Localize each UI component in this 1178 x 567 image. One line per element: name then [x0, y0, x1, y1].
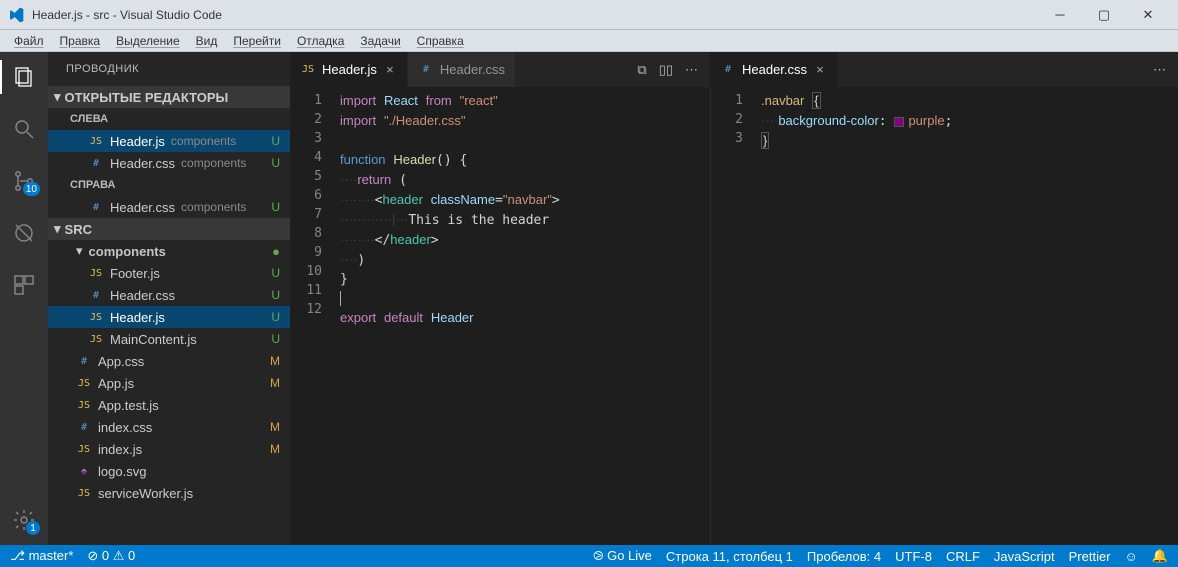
activity-bar: 10 1	[0, 52, 48, 545]
menu-tasks[interactable]: Задачи	[352, 32, 408, 50]
status-eol[interactable]: CRLF	[946, 549, 980, 564]
js-icon: JS	[76, 441, 92, 457]
line-gutter: 123456789101112	[290, 87, 332, 545]
file-item[interactable]: JSindex.jsM	[48, 438, 290, 460]
status-golive[interactable]: ⧁ Go Live	[593, 548, 652, 564]
open-editors-section[interactable]: ▾ОТКРЫТЫЕ РЕДАКТОРЫ	[48, 86, 290, 108]
activity-search[interactable]	[0, 112, 48, 146]
status-position[interactable]: Строка 11, столбец 1	[666, 549, 793, 564]
status-bar: ⎇ master* ⊘ 0 ⚠ 0 ⧁ Go Live Строка 11, с…	[0, 545, 1178, 567]
file-item[interactable]: ⬘logo.svg	[48, 460, 290, 482]
menu-file[interactable]: Файл	[6, 32, 52, 50]
scm-badge: 10	[23, 182, 40, 196]
split-editor-icon[interactable]: ▯▯	[659, 62, 673, 78]
css-icon: #	[418, 62, 434, 78]
activity-scm[interactable]: 10	[0, 164, 48, 198]
status-lang[interactable]: JavaScript	[994, 549, 1055, 564]
src-section[interactable]: ▾SRC	[48, 218, 290, 240]
activity-settings[interactable]: 1	[0, 503, 48, 537]
status-bell-icon[interactable]: 🔔	[1152, 548, 1168, 564]
tab-group-right: # Header.css × ⋯	[710, 52, 1178, 87]
open-editors-right-group: СПРАВА	[48, 174, 290, 196]
code-editor-right[interactable]: .navbar { ····background-color: purple; …	[753, 87, 1133, 545]
code-editor-left[interactable]: import React from "react" import "./Head…	[332, 87, 665, 545]
file-item[interactable]: JSApp.test.js	[48, 394, 290, 416]
status-spaces[interactable]: Пробелов: 4	[807, 549, 881, 564]
activity-explorer[interactable]	[0, 60, 48, 94]
file-item[interactable]: JSserviceWorker.js	[48, 482, 290, 504]
chevron-down-icon: ▾	[76, 243, 83, 259]
css-icon: #	[88, 155, 104, 171]
status-problems[interactable]: ⊘ 0 ⚠ 0	[87, 548, 135, 564]
activity-extensions[interactable]	[0, 268, 48, 302]
tab-header-css-left[interactable]: # Header.css	[408, 52, 516, 87]
js-icon: JS	[88, 265, 104, 281]
minimap[interactable]	[1133, 87, 1178, 545]
js-icon: JS	[76, 397, 92, 413]
status-branch[interactable]: ⎇ master*	[10, 548, 73, 564]
menubar: Файл Правка Выделение Вид Перейти Отладк…	[0, 30, 1178, 52]
css-icon: #	[76, 419, 92, 435]
status-feedback-icon[interactable]: ☺	[1125, 549, 1138, 564]
editor-pane-right[interactable]: 123 .navbar { ····background-color: purp…	[710, 87, 1178, 545]
sidebar-header: ПРОВОДНИК	[48, 52, 290, 86]
vscode-logo-icon	[8, 7, 24, 23]
line-gutter: 123	[711, 87, 753, 545]
open-editor-item[interactable]: # Header.css components U	[48, 152, 290, 174]
editor-pane-left[interactable]: 123456789101112 import React from "react…	[290, 87, 710, 545]
open-editors-left-group: СЛЕВА	[48, 108, 290, 130]
minimize-button[interactable]: ─	[1038, 0, 1082, 30]
untracked-dot-icon: ●	[272, 244, 280, 259]
status-encoding[interactable]: UTF-8	[895, 549, 932, 564]
menu-help[interactable]: Справка	[409, 32, 472, 50]
window-titlebar: Header.js - src - Visual Studio Code ─ ▢…	[0, 0, 1178, 30]
file-item[interactable]: JSFooter.jsU	[48, 262, 290, 284]
editor-area: JS Header.js × # Header.css ⧉ ▯▯ ⋯ #	[290, 52, 1178, 545]
js-icon: JS	[76, 485, 92, 501]
file-item[interactable]: JSMainContent.jsU	[48, 328, 290, 350]
menu-view[interactable]: Вид	[188, 32, 226, 50]
tab-header-js[interactable]: JS Header.js ×	[290, 52, 408, 87]
close-icon[interactable]: ×	[813, 62, 827, 77]
css-icon: #	[76, 353, 92, 369]
folder-components[interactable]: ▾ components ●	[48, 240, 290, 262]
file-item[interactable]: #App.cssM	[48, 350, 290, 372]
window-title: Header.js - src - Visual Studio Code	[32, 8, 1038, 22]
js-icon: JS	[88, 133, 104, 149]
js-icon: JS	[76, 375, 92, 391]
close-window-button[interactable]: ✕	[1126, 0, 1170, 30]
js-icon: JS	[88, 331, 104, 347]
file-item[interactable]: JSHeader.jsU	[48, 306, 290, 328]
more-icon[interactable]: ⋯	[1153, 62, 1166, 78]
close-icon[interactable]: ×	[383, 62, 397, 77]
minimap[interactable]	[665, 87, 710, 545]
menu-debug[interactable]: Отладка	[289, 32, 352, 50]
compare-icon[interactable]: ⧉	[637, 62, 646, 78]
file-item[interactable]: #index.cssM	[48, 416, 290, 438]
svg-icon: ⬘	[76, 463, 92, 479]
status-prettier[interactable]: Prettier	[1069, 549, 1111, 564]
editor-actions-left: ⧉ ▯▯ ⋯	[625, 52, 710, 87]
file-item[interactable]: #Header.cssU	[48, 284, 290, 306]
css-icon: #	[88, 199, 104, 215]
more-icon[interactable]: ⋯	[685, 62, 698, 78]
file-item[interactable]: JSApp.jsM	[48, 372, 290, 394]
activity-debug[interactable]	[0, 216, 48, 250]
css-icon: #	[720, 62, 736, 78]
open-editor-item[interactable]: # Header.css components U	[48, 196, 290, 218]
open-editor-item[interactable]: JS Header.js components U	[48, 130, 290, 152]
menu-go[interactable]: Перейти	[225, 32, 289, 50]
css-icon: #	[88, 287, 104, 303]
editor-actions-right: ⋯	[1141, 52, 1178, 87]
explorer-sidebar: ПРОВОДНИК ▾ОТКРЫТЫЕ РЕДАКТОРЫ СЛЕВА JS H…	[48, 52, 290, 545]
maximize-button[interactable]: ▢	[1082, 0, 1126, 30]
tab-group-left: JS Header.js × # Header.css ⧉ ▯▯ ⋯	[290, 52, 710, 87]
menu-selection[interactable]: Выделение	[108, 32, 188, 50]
settings-badge: 1	[26, 521, 40, 535]
js-icon: JS	[88, 309, 104, 325]
js-icon: JS	[300, 62, 316, 78]
menu-edit[interactable]: Правка	[52, 32, 109, 50]
tab-header-css-right[interactable]: # Header.css ×	[710, 52, 838, 87]
